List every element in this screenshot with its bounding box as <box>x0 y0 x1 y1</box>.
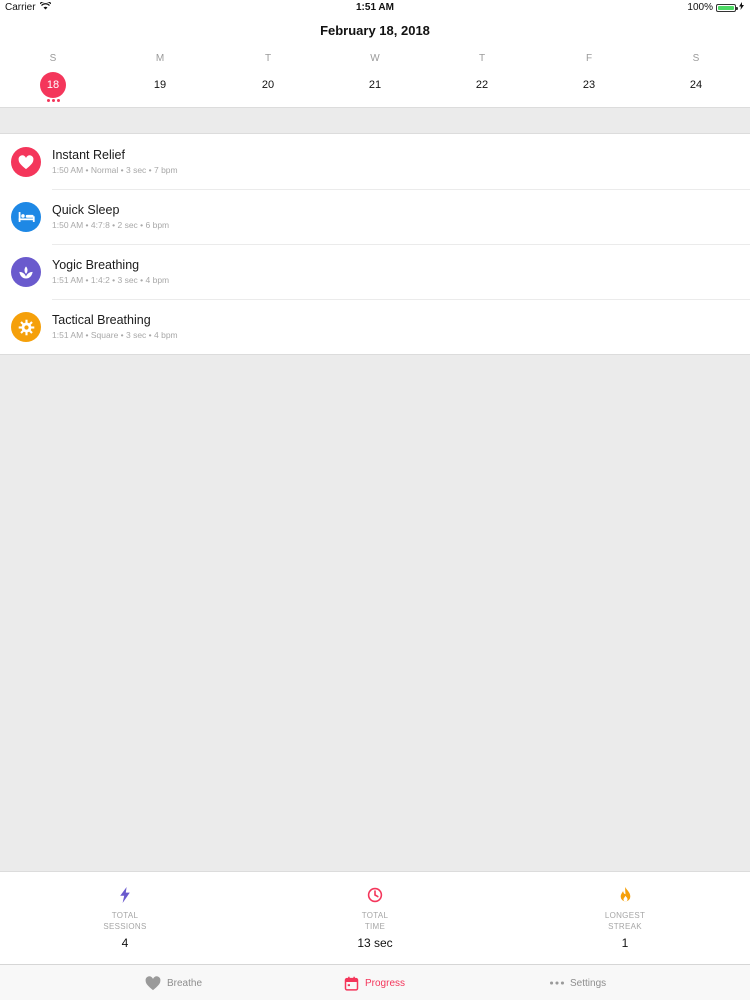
page-title: February 18, 2018 <box>320 23 430 38</box>
stat-label: TOTAL SESSIONS <box>103 911 147 931</box>
tab-label: Progress <box>365 977 406 989</box>
session-dot <box>46 99 50 102</box>
session-icon-badge <box>11 312 41 342</box>
day-number-wrap: 19 <box>130 72 190 104</box>
weekday-letter: M <box>155 53 165 64</box>
weekday-letter: T <box>478 53 486 64</box>
day-number-wrap: 22 <box>452 72 512 104</box>
tab-progress[interactable]: Progress <box>344 965 405 1000</box>
stats-panel: TOTAL SESSIONS 4 TOTAL TIME 13 sec LONGEST S… <box>0 871 750 964</box>
day-number: 22 <box>475 79 489 91</box>
session-row[interactable]: Quick Sleep 1:50 AM • 4:7:8 • 2 sec • 6 b… <box>0 189 750 244</box>
battery-icon <box>716 3 738 12</box>
tab-label: Breathe <box>167 977 203 989</box>
weekday-letter: F <box>585 53 593 64</box>
day-number-wrap: 24 <box>666 72 726 104</box>
session-title: Yogic Breathing <box>52 258 140 272</box>
calendar-day[interactable]: W 21 <box>345 52 405 104</box>
flame-icon <box>565 886 685 904</box>
more-icon <box>550 981 564 985</box>
session-title: Quick Sleep <box>52 203 120 217</box>
tab-breathe[interactable]: Breathe <box>145 965 202 1000</box>
session-row[interactable]: Tactical Breathing 1:51 AM • Square • 3 s… <box>0 299 750 354</box>
tab-settings[interactable]: Settings <box>550 965 606 1000</box>
selected-day-number: 18 <box>40 72 66 98</box>
day-number: 24 <box>689 79 703 91</box>
day-number-wrap: 23 <box>559 72 619 104</box>
weekday-letter: S <box>49 53 57 64</box>
weekday-letter: W <box>370 53 380 64</box>
session-dot <box>56 99 60 102</box>
calendar-day[interactable]: T 22 <box>452 52 512 104</box>
session-dot <box>51 99 55 102</box>
day-number-wrap: 21 <box>345 72 405 104</box>
session-details: 1:51 AM • Square • 3 sec • 4 bpm <box>52 330 178 340</box>
session-icon-badge <box>11 147 41 177</box>
status-right: 100% <box>687 2 744 13</box>
day-number: 23 <box>582 79 596 91</box>
day-number-wrap: 20 <box>238 72 298 104</box>
session-row[interactable]: Instant Relief 1:50 AM • Normal • 3 sec •… <box>0 134 750 189</box>
session-title: Tactical Breathing <box>52 313 151 327</box>
progress-header: February 18, 2018 S 18 M 19 T 20 W 21 T 22 F 23 S 24 <box>0 14 750 108</box>
tab-label: Settings <box>570 977 607 989</box>
calendar-day[interactable]: S 24 <box>666 52 726 104</box>
calendar-day[interactable]: T 20 <box>238 52 298 104</box>
stat-label: LONGEST STREAK <box>604 911 646 931</box>
session-icon-badge <box>11 257 41 287</box>
gear-icon <box>18 319 35 336</box>
stat-lightning: TOTAL SESSIONS 4 <box>65 886 185 950</box>
day-number-wrap: 18 <box>23 72 83 104</box>
stat-value: 13 sec <box>357 936 393 950</box>
stat-flame: LONGEST STREAK 1 <box>565 886 685 950</box>
session-details: 1:51 AM • 1:4:2 • 3 sec • 4 bpm <box>52 275 170 285</box>
session-dots <box>23 99 83 102</box>
lightning-icon <box>65 886 185 904</box>
day-number: 19 <box>153 79 167 91</box>
day-number: 20 <box>261 79 275 91</box>
app-screen: Carrier 1:51 AM 100% February 18, 2018 S… <box>0 0 750 1000</box>
weekday-letter: T <box>264 53 272 64</box>
stat-value: 1 <box>621 936 629 950</box>
heart-icon <box>145 975 161 991</box>
bed-icon <box>18 211 35 223</box>
battery-fill <box>718 5 734 10</box>
status-bar: Carrier 1:51 AM 100% <box>0 0 750 14</box>
weekday-letter: S <box>692 53 700 64</box>
heart-icon <box>18 154 34 170</box>
stat-label: TOTAL TIME <box>361 911 389 931</box>
tab-bar: Breathe Progress Settings <box>0 964 750 1000</box>
session-list: Instant Relief 1:50 AM • Normal • 3 sec •… <box>0 133 750 355</box>
calendar-day[interactable]: S 18 <box>23 52 83 104</box>
session-details: 1:50 AM • 4:7:8 • 2 sec • 6 bpm <box>52 220 170 230</box>
day-number: 21 <box>368 79 382 91</box>
lotus-icon <box>18 265 34 280</box>
session-details: 1:50 AM • Normal • 3 sec • 7 bpm <box>52 165 178 175</box>
calendar-icon <box>344 976 359 991</box>
charging-icon <box>739 2 744 13</box>
status-time: 1:51 AM <box>356 2 394 13</box>
battery-percent: 100% <box>687 2 713 13</box>
calendar-day[interactable]: M 19 <box>130 52 190 104</box>
clock-icon <box>315 886 435 904</box>
session-icon-badge <box>11 202 41 232</box>
session-title: Instant Relief <box>52 148 125 162</box>
calendar-day[interactable]: F 23 <box>559 52 619 104</box>
stat-clock: TOTAL TIME 13 sec <box>315 886 435 950</box>
session-row[interactable]: Yogic Breathing 1:51 AM • 1:4:2 • 3 sec •… <box>0 244 750 299</box>
stat-value: 4 <box>121 936 129 950</box>
